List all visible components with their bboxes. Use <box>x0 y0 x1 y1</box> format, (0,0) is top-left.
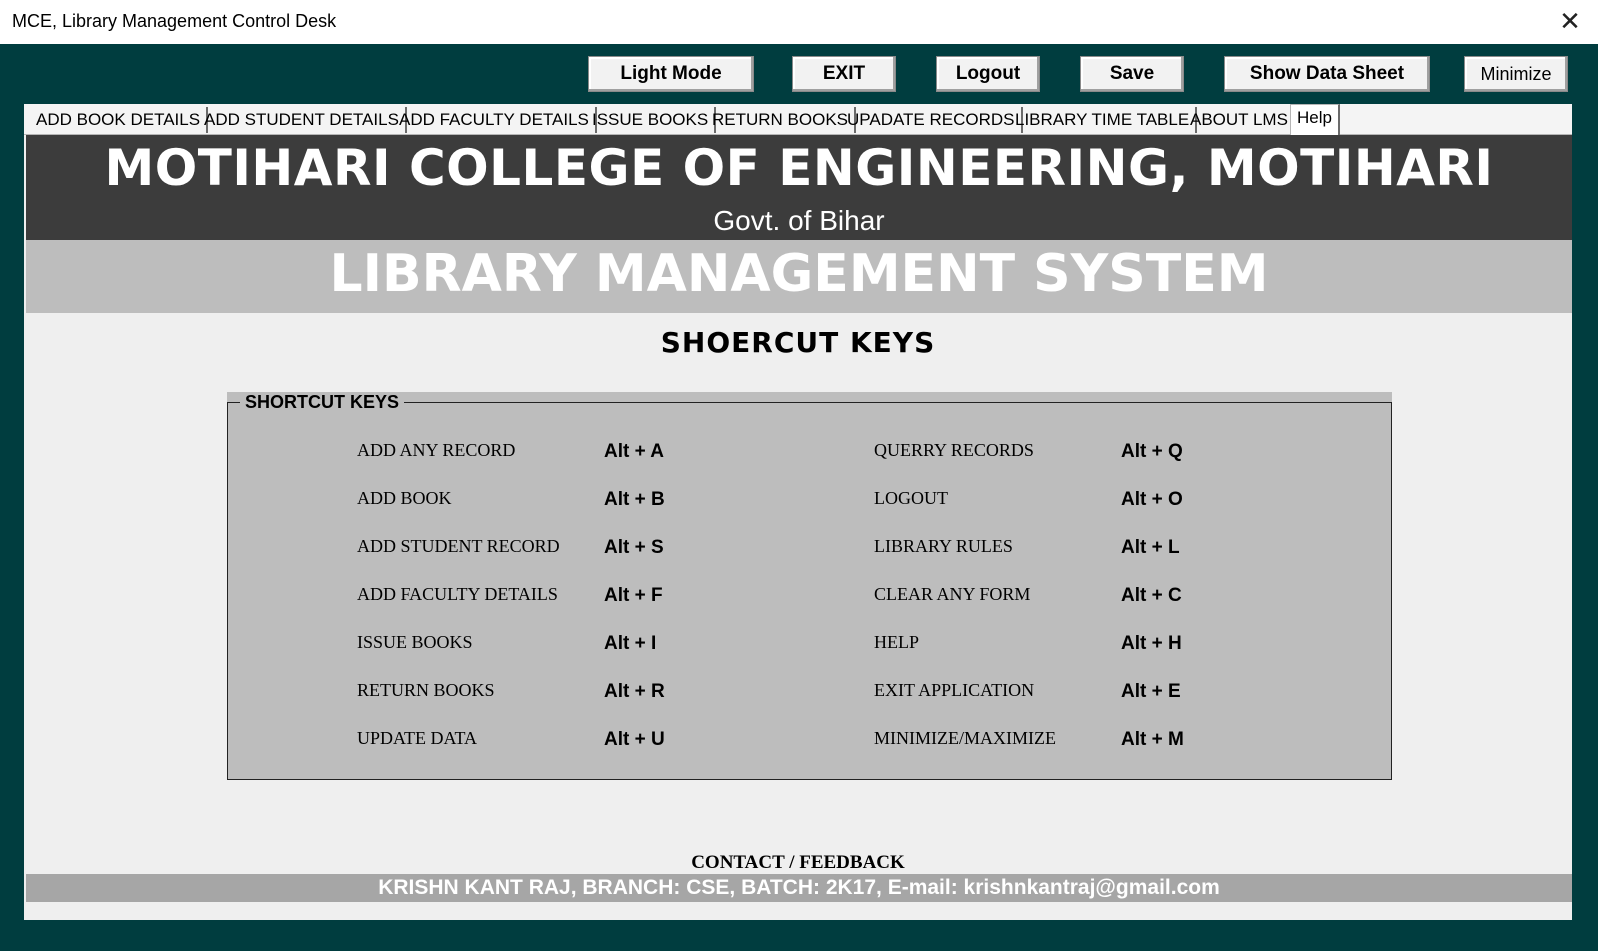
tab-return-books[interactable]: RETURN BOOKS <box>706 107 857 133</box>
shortcut-key: Alt + L <box>1121 537 1180 558</box>
tab-add-book-details[interactable]: ADD BOOK DETAILS <box>30 107 209 133</box>
page-heading: SHOERCUT KEYS <box>660 326 936 359</box>
shortcut-label: MINIMIZE/MAXIMIZE <box>874 728 1056 748</box>
minimize-button[interactable]: Minimize <box>1464 56 1568 92</box>
tab-add-faculty-details[interactable]: ADD FACULTY DETAILS <box>393 107 597 133</box>
shortcut-label: CLEAR ANY FORM <box>874 584 1031 604</box>
shortcut-label: QUERRY RECORDS <box>874 440 1034 460</box>
shortcut-key: Alt + B <box>604 489 665 510</box>
shortcut-label: ADD FACULTY DETAILS <box>357 584 558 604</box>
tab-strip: ADD BOOK DETAILS ADD STUDENT DETAILS ADD… <box>24 104 1572 135</box>
shortcut-key: Alt + I <box>604 633 657 654</box>
system-banner: LIBRARY MANAGEMENT SYSTEM <box>26 240 1572 313</box>
shortcut-label: ISSUE BOOKS <box>357 632 473 652</box>
shortcut-label: LIBRARY RULES <box>874 536 1013 556</box>
tab-issue-books[interactable]: ISSUE BOOKS <box>586 107 717 133</box>
college-name: MOTIHARI COLLEGE OF ENGINEERING, MOTIHAR… <box>104 139 1494 197</box>
shortcut-key: Alt + U <box>604 729 665 750</box>
shortcut-label: UPDATE DATA <box>357 728 478 748</box>
shortcut-label: ADD ANY RECORD <box>357 440 516 460</box>
shortcut-key: Alt + C <box>1121 585 1182 606</box>
shortcut-label: LOGOUT <box>874 488 948 508</box>
govt-label: Govt. of Bihar <box>713 205 885 236</box>
college-banner: MOTIHARI COLLEGE OF ENGINEERING, MOTIHAR… <box>26 135 1572 240</box>
tab-upadate-records[interactable]: UPADATE RECORDS <box>841 107 1023 133</box>
shortcut-key: Alt + E <box>1121 681 1181 702</box>
shortcut-key: Alt + Q <box>1121 441 1183 462</box>
logout-button[interactable]: Logout <box>936 56 1040 92</box>
main-panel: ADD BOOK DETAILS ADD STUDENT DETAILS ADD… <box>24 104 1572 920</box>
shortcut-key: Alt + R <box>604 681 665 702</box>
shortcut-key: Alt + A <box>604 441 664 462</box>
tab-about-lms[interactable]: ABOUT LMS <box>1184 107 1296 133</box>
shortcut-key: Alt + M <box>1121 729 1184 750</box>
shortcut-label: ADD STUDENT RECORD <box>357 536 560 556</box>
tab-library-time-table[interactable]: LIBRARY TIME TABLE <box>1009 107 1198 133</box>
shortcut-key: Alt + F <box>604 585 663 606</box>
shortcut-label: ADD BOOK <box>357 488 452 508</box>
shortcut-keys-group: SHORTCUT KEYS ADD ANY RECORD Alt + A ADD… <box>227 392 1392 780</box>
shortcut-label: RETURN BOOKS <box>357 680 495 700</box>
tab-help[interactable]: Help <box>1290 104 1340 135</box>
shortcut-key: Alt + H <box>1121 633 1182 654</box>
shortcut-key: Alt + S <box>604 537 664 558</box>
show-data-sheet-button[interactable]: Show Data Sheet <box>1224 56 1430 92</box>
contact-info-bar: KRISHN KANT RAJ, BRANCH: CSE, BATCH: 2K1… <box>26 874 1572 902</box>
exit-button[interactable]: EXIT <box>792 56 896 92</box>
save-button[interactable]: Save <box>1080 56 1184 92</box>
shortcut-label: HELP <box>874 632 919 652</box>
group-title: SHORTCUT KEYS <box>240 392 405 413</box>
light-mode-button[interactable]: Light Mode <box>588 56 754 92</box>
shortcut-label: EXIT APPLICATION <box>874 680 1035 700</box>
shortcut-key: Alt + O <box>1121 489 1183 510</box>
contact-feedback-title: CONTACT / FEEDBACK <box>691 852 905 873</box>
system-title: LIBRARY MANAGEMENT SYSTEM <box>329 244 1269 304</box>
close-icon[interactable]: ✕ <box>1556 6 1584 38</box>
tab-add-student-details[interactable]: ADD STUDENT DETAILS <box>198 107 407 133</box>
window-title: MCE, Library Management Control Desk <box>12 11 337 31</box>
window-titlebar: MCE, Library Management Control Desk ✕ <box>0 0 1598 45</box>
